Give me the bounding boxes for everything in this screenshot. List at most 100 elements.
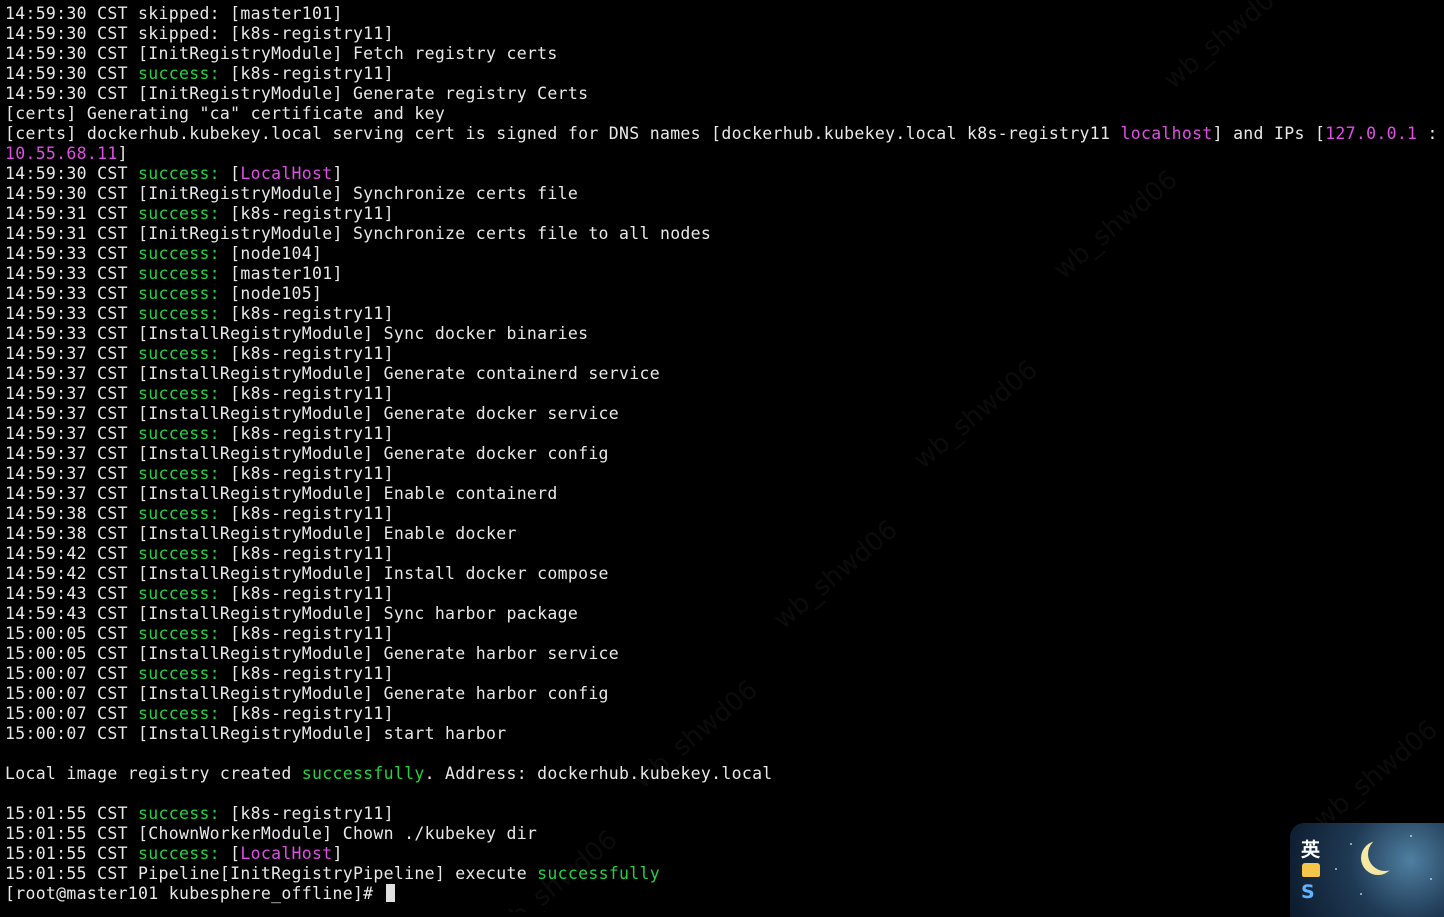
terminal-line: 14:59:37 CST [InstallRegistryModule] Gen… <box>5 364 1439 384</box>
status-success-text: success: <box>138 244 220 263</box>
status-success-text: success: <box>138 804 220 823</box>
terminal-line: 14:59:31 CST [InitRegistryModule] Synchr… <box>5 224 1439 244</box>
log-text: [ <box>219 844 241 863</box>
log-text: 15:00:07 CST [InstallRegistryModule] Gen… <box>5 684 609 703</box>
log-text: 14:59:42 CST <box>5 544 139 563</box>
log-text: 15:01:55 CST <box>5 844 139 863</box>
terminal-line: 14:59:42 CST success: [k8s-registry11] <box>5 544 1439 564</box>
ime-mode-toggle[interactable]: 英 <box>1301 835 1320 862</box>
log-text: 14:59:31 CST [InitRegistryModule] Synchr… <box>5 224 712 243</box>
terminal-line: 14:59:33 CST success: [node104] <box>5 244 1439 264</box>
terminal-line: 14:59:30 CST skipped: [master101] <box>5 4 1439 24</box>
log-text: [k8s-registry11] <box>219 504 394 523</box>
log-text: [k8s-registry11] <box>219 624 394 643</box>
terminal-line: 14:59:30 CST [InitRegistryModule] Synchr… <box>5 184 1439 204</box>
log-text: 14:59:37 CST <box>5 344 139 363</box>
log-text: [k8s-registry11] <box>219 664 394 683</box>
shirt-icon[interactable] <box>1302 863 1320 877</box>
status-success-text: success: <box>138 344 220 363</box>
status-success-text: success: <box>138 284 220 303</box>
terminal-line: 14:59:37 CST [InstallRegistryModule] Ena… <box>5 484 1439 504</box>
terminal-line: [certs] dockerhub.kubekey.local serving … <box>5 124 1439 144</box>
terminal-line: 14:59:42 CST [InstallRegistryModule] Ins… <box>5 564 1439 584</box>
log-text: [certs] Generating "ca" certificate and … <box>5 104 446 123</box>
log-text: 14:59:33 CST <box>5 304 139 323</box>
terminal-line: 15:00:07 CST [InstallRegistryModule] sta… <box>5 724 1439 744</box>
terminal-line: 15:01:55 CST success: [LocalHost] <box>5 844 1439 864</box>
terminal-line: 15:01:55 CST success: [k8s-registry11] <box>5 804 1439 824</box>
log-text: 14:59:37 CST [InstallRegistryModule] Ena… <box>5 484 558 503</box>
log-text: [k8s-registry11] <box>219 204 394 223</box>
log-text: ] and IPs [ <box>1212 124 1326 143</box>
log-text: [node104] <box>219 244 323 263</box>
terminal-line: 14:59:30 CST success: [LocalHost] <box>5 164 1439 184</box>
log-text: 14:59:37 CST <box>5 384 139 403</box>
log-text: 15:00:07 CST <box>5 664 139 683</box>
log-text: 15:01:55 CST <box>5 804 139 823</box>
terminal-line: 14:59:37 CST [InstallRegistryModule] Gen… <box>5 404 1439 424</box>
log-text: [k8s-registry11] <box>219 64 394 83</box>
status-success-text: success: <box>138 424 220 443</box>
log-text: 14:59:30 CST [InitRegistryModule] Fetch … <box>5 44 558 63</box>
shell-prompt: [root@master101 kubesphere_offline]# <box>5 884 384 903</box>
log-text: 14:59:33 CST [InstallRegistryModule] Syn… <box>5 324 589 343</box>
highlighted-token: LocalHost <box>240 844 333 863</box>
log-text: Local image registry created <box>5 764 302 783</box>
terminal-line: 14:59:30 CST [InitRegistryModule] Fetch … <box>5 44 1439 64</box>
status-success-text: success: <box>138 464 220 483</box>
log-text: 14:59:38 CST [InstallRegistryModule] Ena… <box>5 524 517 543</box>
log-text: 15:00:05 CST [InstallRegistryModule] Gen… <box>5 644 620 663</box>
terminal-line: 14:59:37 CST success: [k8s-registry11] <box>5 464 1439 484</box>
status-success-text: successfully <box>537 864 660 883</box>
terminal-line: 14:59:43 CST success: [k8s-registry11] <box>5 584 1439 604</box>
log-text: 14:59:30 CST [InitRegistryModule] Synchr… <box>5 184 579 203</box>
terminal-line: 15:00:07 CST success: [k8s-registry11] <box>5 704 1439 724</box>
log-text: [k8s-registry11] <box>219 424 394 443</box>
log-text: [master101] <box>219 264 343 283</box>
log-text: 15:01:55 CST [ChownWorkerModule] Chown .… <box>5 824 538 843</box>
log-text: 14:59:43 CST [InstallRegistryModule] Syn… <box>5 604 579 623</box>
terminal-line: 14:59:43 CST [InstallRegistryModule] Syn… <box>5 604 1439 624</box>
status-success-text: success: <box>138 704 220 723</box>
log-text: ] <box>117 144 128 163</box>
log-text: 14:59:42 CST [InstallRegistryModule] Ins… <box>5 564 609 583</box>
status-success-text: success: <box>138 264 220 283</box>
log-text: 14:59:30 CST <box>5 164 139 183</box>
terminal-line: Local image registry created successfull… <box>5 764 1439 784</box>
terminal-line: 14:59:31 CST success: [k8s-registry11] <box>5 204 1439 224</box>
status-success-text: success: <box>138 624 220 643</box>
status-success-text: success: <box>138 304 220 323</box>
status-success-text: successfully <box>301 764 425 783</box>
log-text: 14:59:30 CST skipped: [k8s-registry11] <box>5 24 394 43</box>
s-logo-icon[interactable]: S <box>1301 881 1315 903</box>
terminal-line: 15:00:07 CST success: [k8s-registry11] <box>5 664 1439 684</box>
terminal-line: 15:00:05 CST [InstallRegistryModule] Gen… <box>5 644 1439 664</box>
terminal-line: 14:59:38 CST success: [k8s-registry11] <box>5 504 1439 524</box>
log-text: [k8s-registry11] <box>219 584 394 603</box>
status-success-text: success: <box>138 844 220 863</box>
ime-toolbar[interactable]: 英 S <box>1290 823 1444 917</box>
log-text: [node105] <box>219 284 323 303</box>
terminal-line: [certs] Generating "ca" certificate and … <box>5 104 1439 124</box>
log-text: [k8s-registry11] <box>219 344 394 363</box>
log-text: [k8s-registry11] <box>219 384 394 403</box>
terminal-line: 14:59:33 CST success: [node105] <box>5 284 1439 304</box>
terminal-line: 14:59:30 CST [InitRegistryModule] Genera… <box>5 84 1439 104</box>
log-text: 15:00:07 CST <box>5 704 139 723</box>
highlighted-token: LocalHost <box>240 164 333 183</box>
terminal-window[interactable]: wb_shwd06wb_shwd06wb_shwd06wb_shwd06wb_s… <box>0 0 1444 912</box>
moon-icon <box>1368 837 1402 871</box>
highlighted-token: localhost <box>1120 124 1213 143</box>
shell-prompt-line[interactable]: [root@master101 kubesphere_offline]# <box>5 884 1439 904</box>
terminal-line: 14:59:37 CST success: [k8s-registry11] <box>5 424 1439 444</box>
log-text: ] <box>332 164 343 183</box>
status-success-text: success: <box>138 204 220 223</box>
terminal-line: 15:00:05 CST success: [k8s-registry11] <box>5 624 1439 644</box>
log-text: 14:59:33 CST <box>5 244 139 263</box>
terminal-line: 14:59:37 CST success: [k8s-registry11] <box>5 344 1439 364</box>
log-text: 14:59:31 CST <box>5 204 139 223</box>
log-text: 15:00:05 CST <box>5 624 139 643</box>
text-cursor <box>385 884 395 902</box>
